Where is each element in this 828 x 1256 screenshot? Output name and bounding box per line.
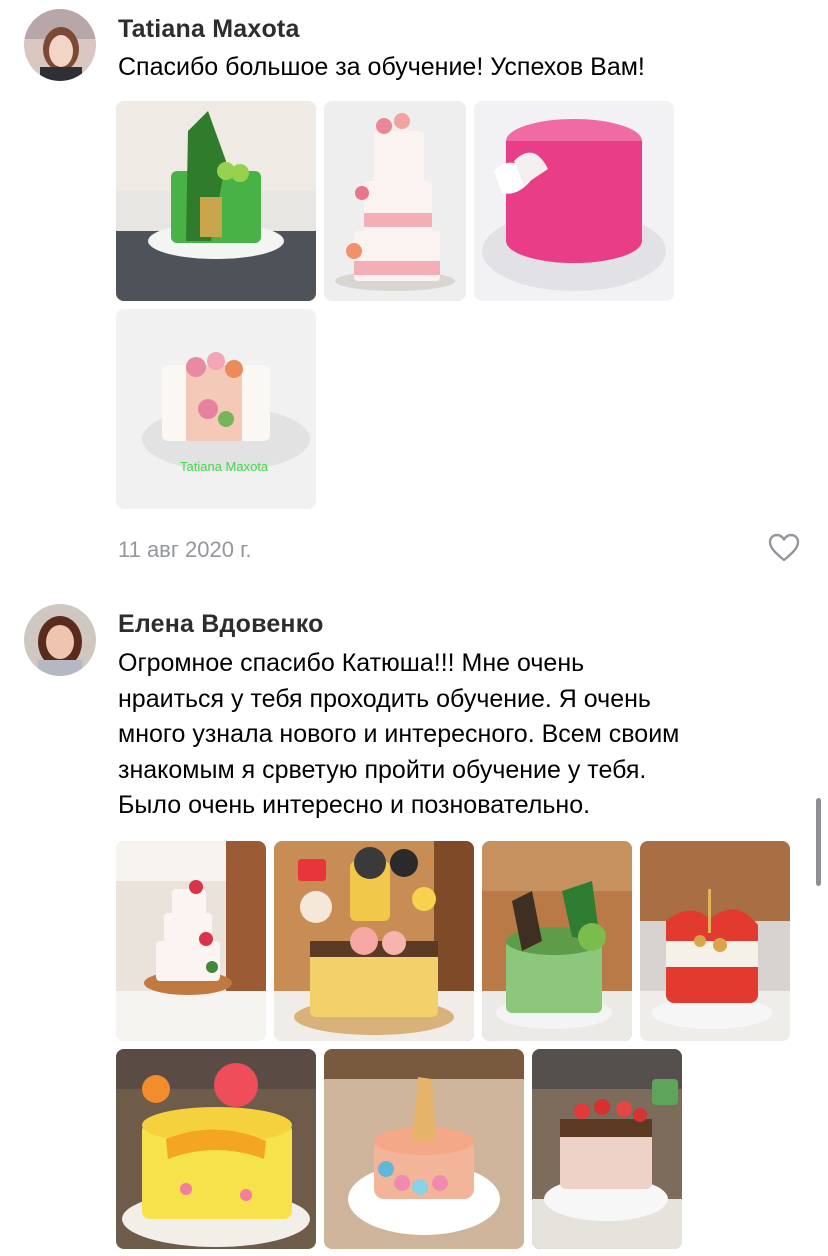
comment-photo[interactable] [532,1049,682,1249]
comment-text: Огромное спасибо Катюша!!! Мне очень нра… [118,646,798,824]
heart-outline-icon[interactable] [768,533,800,563]
comment-photo[interactable] [324,1049,524,1249]
comment-text-line: Огромное спасибо Катюша!!! Мне очень [118,649,585,677]
comment-photo[interactable]: Tatiana Maxota [116,309,316,509]
avatar-tatiana[interactable] [24,9,96,81]
comment-text: Спасибо большое за обучение! Успехов Вам… [118,53,645,81]
comment-photo[interactable] [324,101,466,301]
comment-photo[interactable] [482,841,632,1041]
avatar-elena[interactable] [24,604,96,676]
comment-photo[interactable] [116,101,316,301]
watermark-text: Tatiana Maxota [180,459,269,474]
comment-text-line: Было очень интересно и позновательно. [118,791,591,819]
comment-author[interactable]: Tatiana Maxota [118,15,300,44]
comment-text-line: много узнала нового и интересного. Всем … [118,720,680,748]
comment-date: 11 авг 2020 г. [118,537,252,562]
scrollbar[interactable] [816,798,821,886]
comment-photo[interactable] [640,841,790,1041]
comment-photo[interactable] [474,101,674,301]
comment-text-line: знакомым я срветую пройти обучение у теб… [118,755,647,784]
avatar-image [24,604,96,676]
comment-photo[interactable] [116,1049,316,1249]
comment-author[interactable]: Елена Вдовенко [118,610,324,639]
comment-text-line: нраиться у тебя проходить обучение. Я оч… [118,684,651,713]
avatar-image [24,9,96,81]
comment-photo[interactable] [116,841,266,1041]
comment-photo[interactable] [274,841,474,1041]
